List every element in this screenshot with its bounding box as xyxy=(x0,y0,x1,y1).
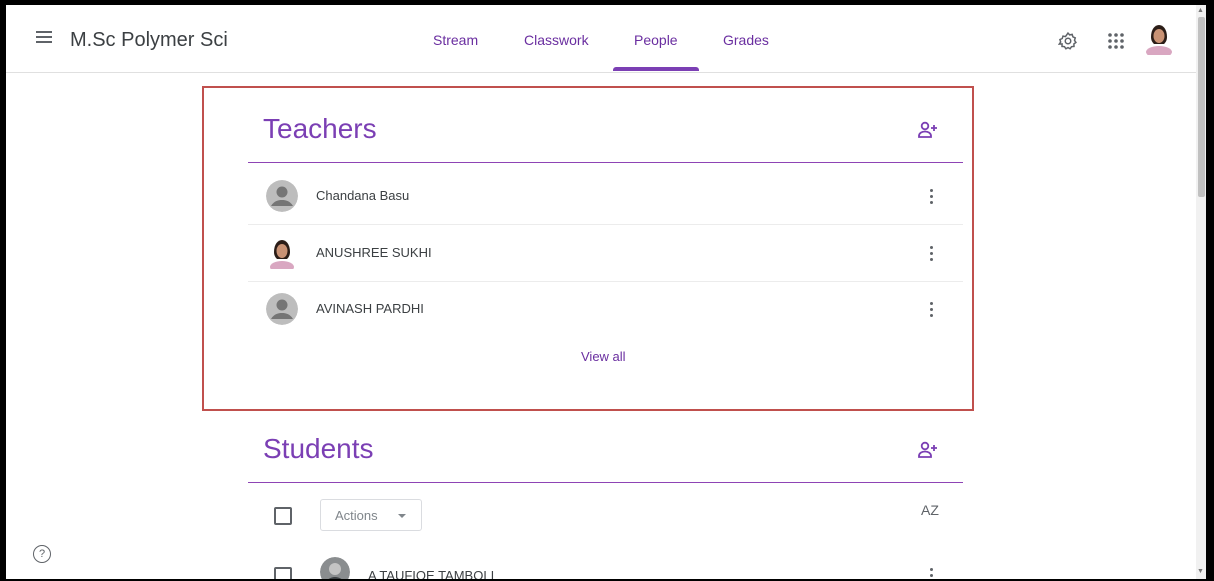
students-heading: Students xyxy=(263,433,374,464)
chevron-down-icon xyxy=(398,514,406,518)
student-photo-avatar xyxy=(320,557,350,579)
student-name: A TAUFIQE TAMBOLI xyxy=(368,568,495,579)
active-tab-indicator xyxy=(613,67,699,71)
scroll-down-icon[interactable]: ▼ xyxy=(1197,568,1204,575)
tab-stream[interactable]: Stream xyxy=(433,32,478,48)
select-all-checkbox[interactable] xyxy=(274,507,292,525)
classroom-app: M.Sc Polymer Sci Stream Classwork People… xyxy=(6,5,1206,579)
actions-label: Actions xyxy=(335,508,378,523)
invite-student-icon[interactable] xyxy=(916,438,940,462)
tab-people[interactable]: People xyxy=(634,32,678,48)
actions-dropdown[interactable]: Actions xyxy=(320,499,422,531)
account-avatar[interactable] xyxy=(1144,23,1174,58)
help-icon[interactable]: ? xyxy=(33,545,51,563)
top-bar: M.Sc Polymer Sci Stream Classwork People… xyxy=(6,5,1196,73)
tab-grades[interactable]: Grades xyxy=(723,32,769,48)
student-checkbox[interactable] xyxy=(274,567,292,579)
students-divider xyxy=(248,482,963,483)
scroll-up-icon[interactable]: ▲ xyxy=(1197,7,1204,14)
class-title[interactable]: M.Sc Polymer Sci xyxy=(70,29,228,52)
scrollbar-thumb[interactable] xyxy=(1198,17,1205,197)
menu-icon[interactable] xyxy=(36,31,52,43)
settings-icon[interactable] xyxy=(1056,29,1080,53)
more-options-icon[interactable] xyxy=(921,563,941,579)
tab-classwork[interactable]: Classwork xyxy=(524,32,589,48)
apps-icon[interactable] xyxy=(1104,29,1128,53)
teachers-highlight-box xyxy=(202,86,974,411)
sort-az-icon[interactable]: AZ xyxy=(919,502,941,524)
